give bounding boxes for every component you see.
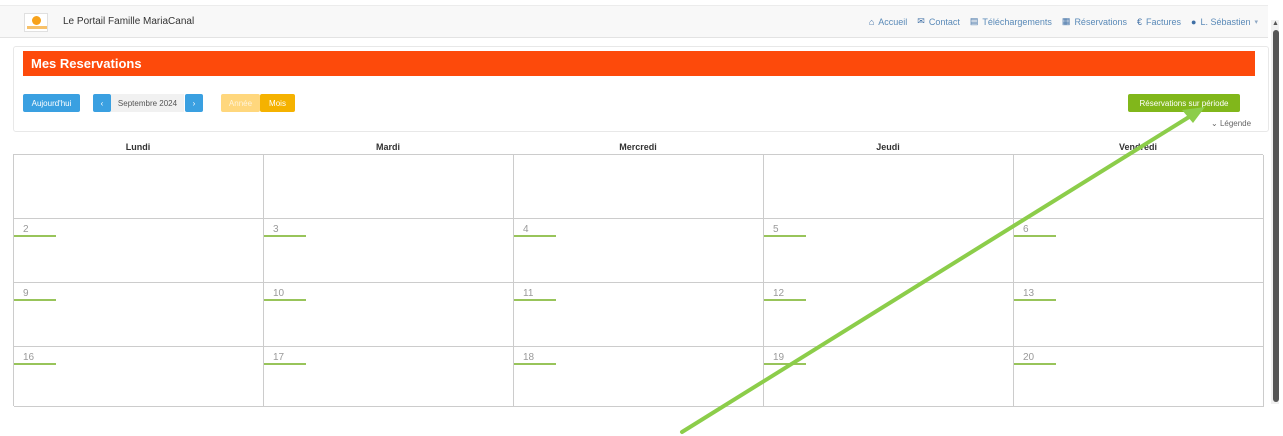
today-button[interactable]: Aujourd'hui <box>23 94 80 112</box>
calendar-day-cell[interactable]: 13 <box>1014 283 1264 347</box>
chevron-down-icon: ⌄ <box>1211 119 1220 128</box>
day-number: 20 <box>1023 352 1035 363</box>
day-marker <box>264 299 306 301</box>
nav-item-l-s-bastien[interactable]: ● L. Sébastien ▾ <box>1191 17 1258 27</box>
day-number: 9 <box>23 288 29 299</box>
day-marker <box>14 299 56 301</box>
chevron-right-icon: › <box>192 98 196 108</box>
weekday-header: Mercredi <box>619 142 657 152</box>
calendar-day-cell[interactable]: 5 <box>764 219 1014 283</box>
current-month-label: Septembre 2024 <box>111 94 184 112</box>
day-marker <box>514 299 556 301</box>
day-marker <box>514 235 556 237</box>
nav-item-contact[interactable]: ✉ Contact <box>917 16 960 27</box>
nav-item-label: L. Sébastien <box>1200 16 1251 27</box>
day-marker <box>264 235 306 237</box>
calendar-day-cell[interactable]: 12 <box>764 283 1014 347</box>
scroll-up-icon[interactable]: ▲ <box>1272 20 1279 27</box>
calendar-day-cell[interactable]: 17 <box>264 347 514 407</box>
month-view-button[interactable]: Mois <box>260 94 295 112</box>
chevron-left-icon: ‹ <box>100 98 104 108</box>
day-number: 19 <box>773 352 785 363</box>
day-number: 11 <box>523 288 534 299</box>
calendar-day-cell[interactable]: 9 <box>14 283 264 347</box>
calendar-day-cell[interactable] <box>764 155 1014 219</box>
day-number: 17 <box>273 352 285 363</box>
euro-icon: € <box>1136 16 1142 27</box>
calendar-day-cell[interactable]: 4 <box>514 219 764 283</box>
day-number: 3 <box>273 224 279 235</box>
caret-down-icon: ▾ <box>1254 18 1258 26</box>
weekday-header: Vendredi <box>1118 142 1157 152</box>
legend-toggle[interactable]: ⌄ Légende <box>1211 119 1251 128</box>
scrollbar-thumb[interactable] <box>1273 30 1279 402</box>
calendar-day-cell[interactable] <box>14 155 264 219</box>
day-marker <box>1014 299 1056 301</box>
brand-title: Le Portail Famille MariaCanal <box>63 16 195 27</box>
period-reservation-button[interactable]: Réservations sur période <box>1128 94 1240 112</box>
day-number: 16 <box>23 352 35 363</box>
day-number: 12 <box>773 288 785 299</box>
nav-item-r-servations[interactable]: ▦ Réservations <box>1062 16 1127 27</box>
day-marker <box>264 363 306 365</box>
day-number: 4 <box>523 224 529 235</box>
weekday-header: Lundi <box>125 142 151 152</box>
app-logo[interactable] <box>24 13 48 32</box>
calendar-day-cell[interactable]: 19 <box>764 347 1014 407</box>
day-number: 2 <box>23 224 29 235</box>
year-view-button[interactable]: Année <box>221 94 260 112</box>
day-marker <box>14 235 56 237</box>
calendar-day-cell[interactable]: 2 <box>14 219 264 283</box>
calendar-day-cell[interactable]: 18 <box>514 347 764 407</box>
calendar-day-cell[interactable]: 20 <box>1014 347 1264 407</box>
calendar-day-cell[interactable] <box>264 155 514 219</box>
day-number: 13 <box>1023 288 1035 299</box>
calendar-icon: ▦ <box>1061 16 1071 26</box>
day-marker <box>764 299 806 301</box>
calendar-day-cell[interactable]: 11 <box>514 283 764 347</box>
calendar-day-cell[interactable]: 3 <box>264 219 514 283</box>
day-marker <box>1014 363 1056 365</box>
day-marker <box>764 363 806 365</box>
day-marker <box>514 363 556 365</box>
top-navbar: Le Portail Famille MariaCanal ⌂ Accueil ✉ C… <box>0 5 1268 38</box>
nav-item-label: Contact <box>928 16 960 27</box>
nav-item-label: Accueil <box>878 16 908 27</box>
day-number: 18 <box>523 352 535 363</box>
day-marker <box>14 363 56 365</box>
calendar-day-cell[interactable]: 6 <box>1014 219 1264 283</box>
next-month-button[interactable]: › <box>185 94 203 112</box>
calendar-day-cell[interactable] <box>1014 155 1264 219</box>
day-number: 10 <box>273 288 285 299</box>
envelope-icon: ✉ <box>917 16 925 26</box>
nav-item-factures[interactable]: € Factures <box>1137 17 1181 27</box>
nav-item-label: Réservations <box>1074 16 1127 27</box>
day-marker <box>764 235 806 237</box>
calendar-day-cell[interactable]: 10 <box>264 283 514 347</box>
day-number: 5 <box>773 224 779 235</box>
nav-item-label: Factures <box>1145 16 1181 27</box>
nav-item-t-l-chargements[interactable]: ▤ Téléchargements <box>970 16 1052 27</box>
nav-item-accueil[interactable]: ⌂ Accueil <box>869 17 907 27</box>
weekday-header: Mardi <box>375 142 400 152</box>
nav-item-label: Téléchargements <box>982 16 1052 27</box>
calendar-day-cell[interactable]: 16 <box>14 347 264 407</box>
calendar-day-cell[interactable] <box>514 155 764 219</box>
calendar-grid: 2 3 4 5 6 9 10 11 12 13 16 17 18 19 20 <box>13 154 1264 407</box>
prev-month-button[interactable]: ‹ <box>93 94 111 112</box>
nav-menu: ⌂ Accueil ✉ Contact ▤ Téléchargements ▦ Réserva… <box>869 16 1258 27</box>
legend-label: Légende <box>1219 119 1252 128</box>
page-title: Mes Reservations <box>23 51 1255 76</box>
day-marker <box>1014 235 1056 237</box>
weekday-header: Jeudi <box>876 142 900 152</box>
file-icon: ▤ <box>969 16 979 26</box>
day-number: 6 <box>1023 224 1029 235</box>
home-icon: ⌂ <box>868 16 875 27</box>
user-icon: ● <box>1191 16 1197 27</box>
